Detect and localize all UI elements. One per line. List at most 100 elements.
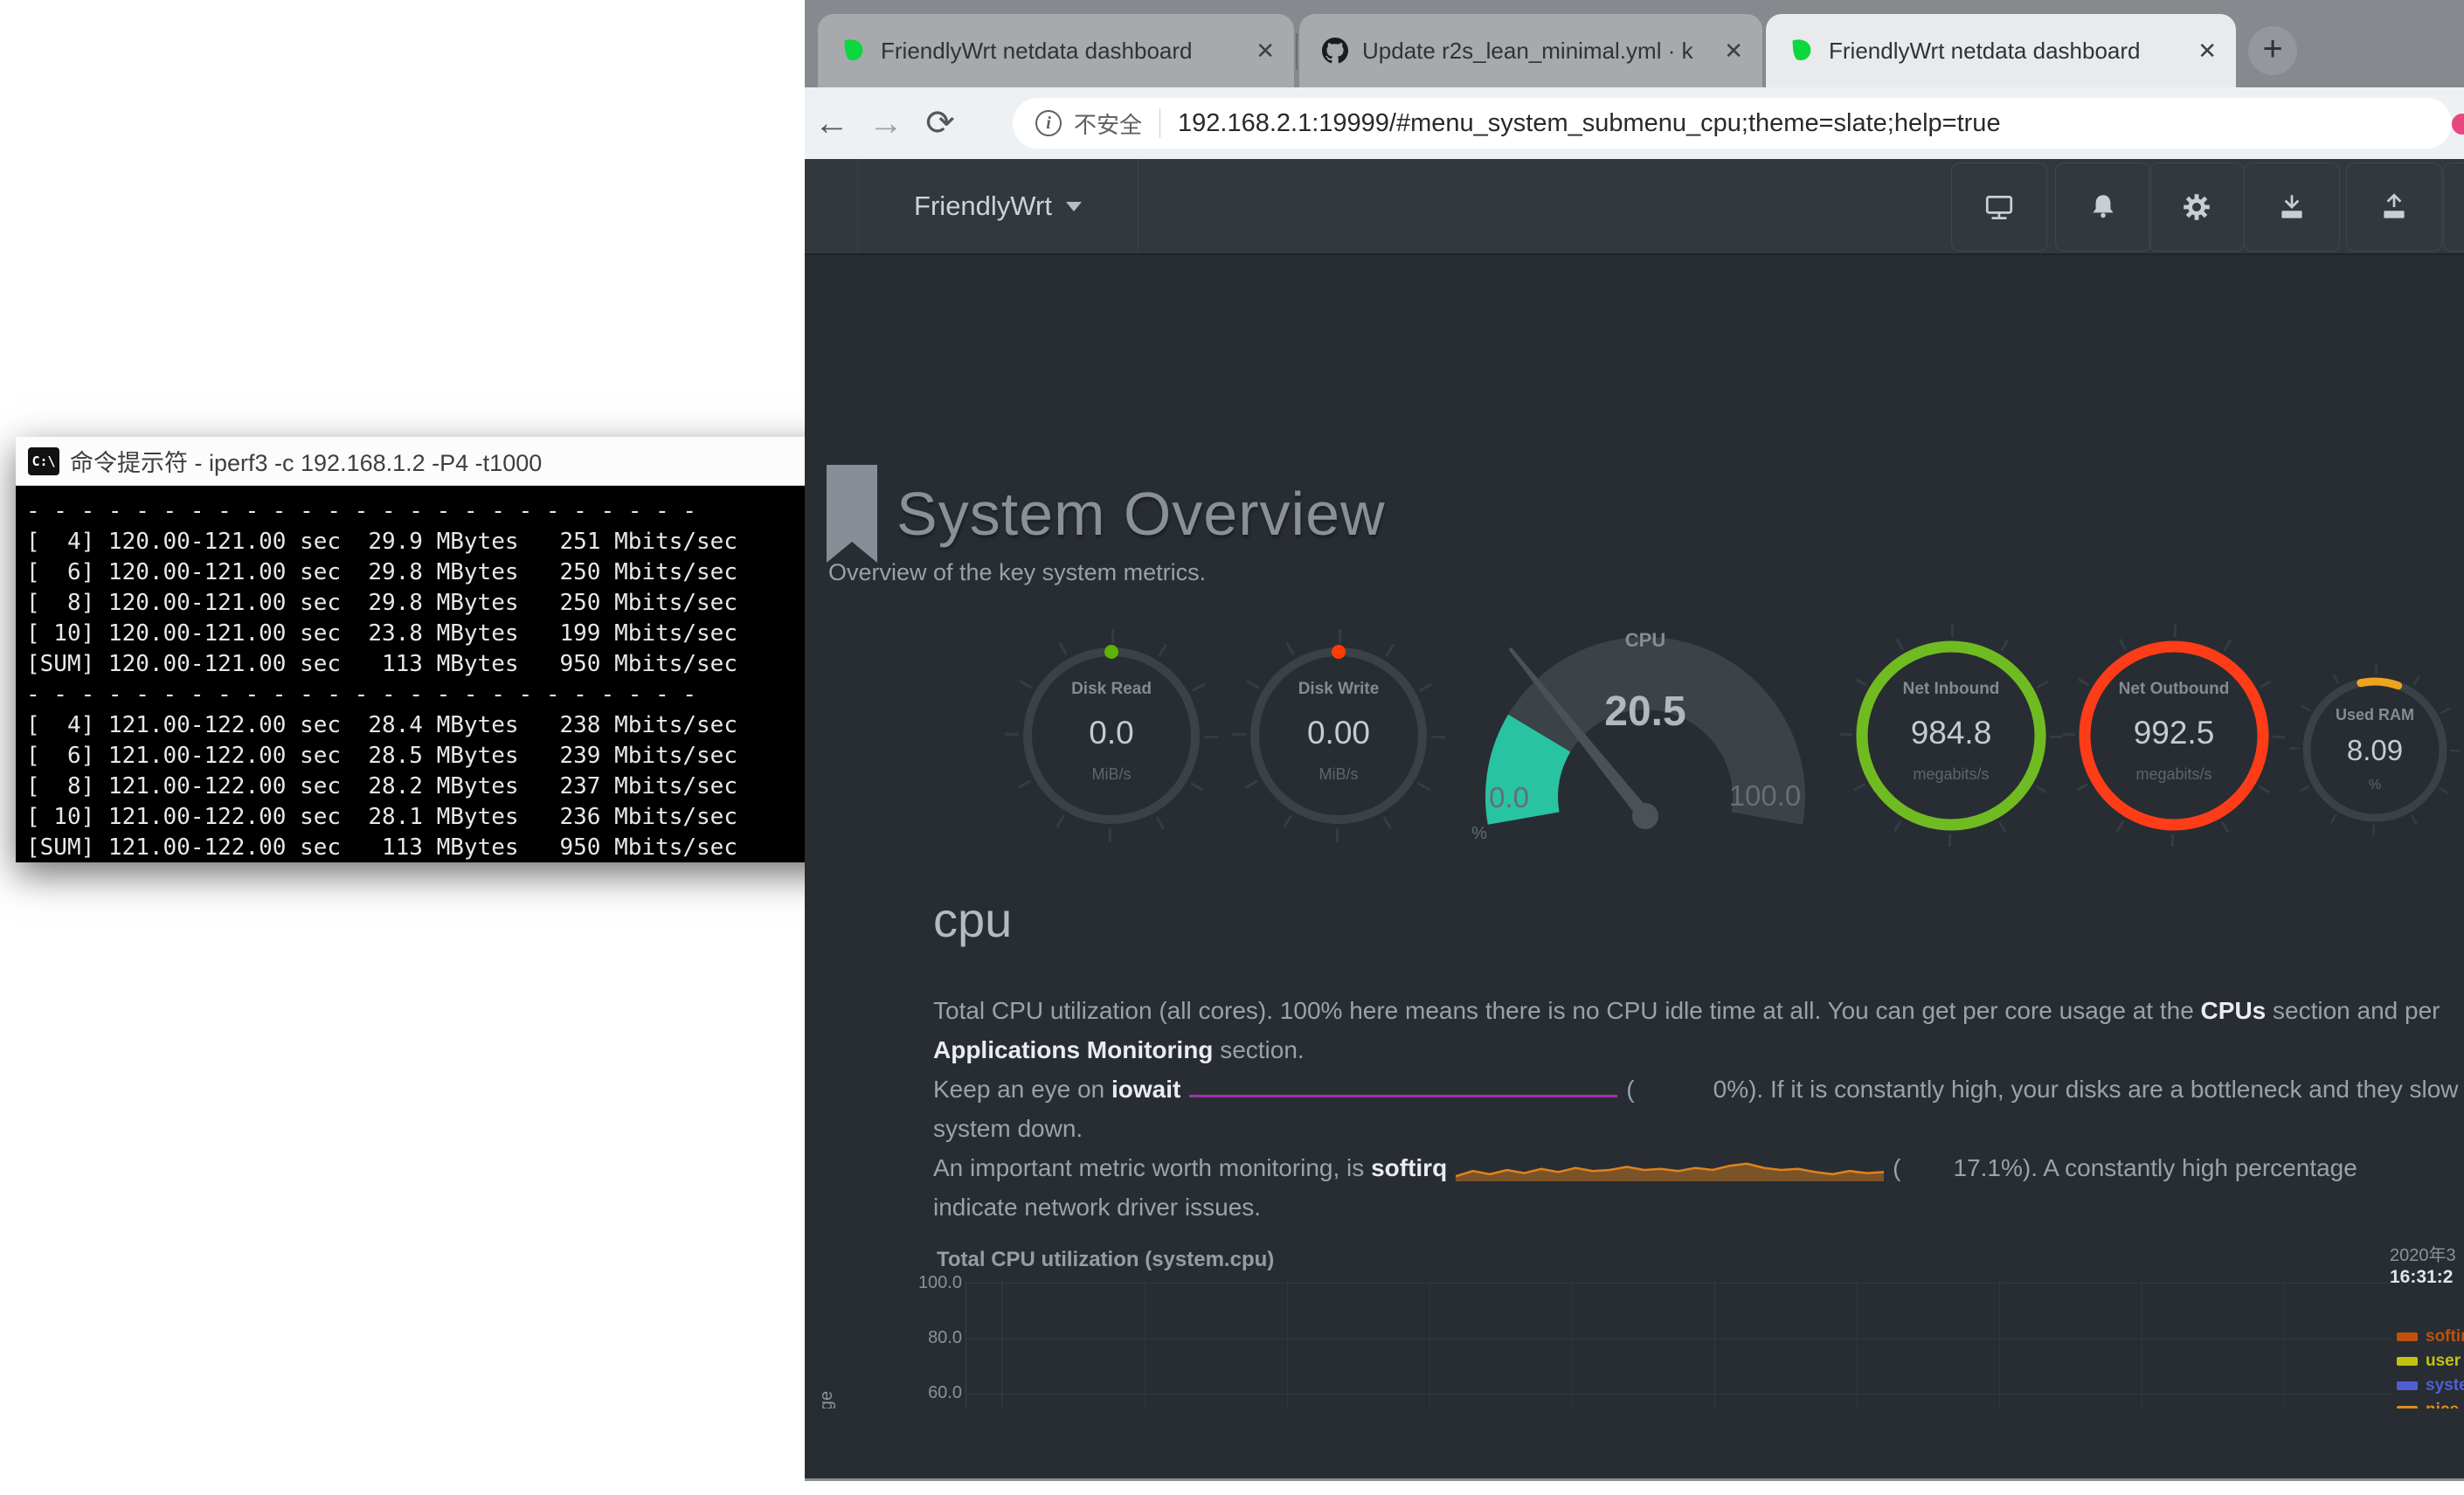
- alarms-button[interactable]: [2055, 163, 2151, 252]
- tab-separator: [1296, 33, 1298, 70]
- terminal-line: [ 8] 121.00-122.00 sec 28.2 MBytes 237 M…: [26, 772, 895, 802]
- export-snapshot-button[interactable]: [2346, 163, 2442, 252]
- page-title: System Overview: [896, 479, 1386, 549]
- gauge-max: 100.0: [1729, 779, 1802, 812]
- paragraph-line: Applications Monitoring section.: [933, 1030, 2464, 1069]
- download-icon: [2275, 190, 2308, 224]
- cpu-gauge-graphic: CPU 20.5 0.0 100.0 %: [1457, 613, 1833, 910]
- terminal-line: [ 6] 121.00-122.00 sec 28.5 MBytes 239 M…: [26, 741, 895, 772]
- gauge-label: Used RAM: [2288, 706, 2462, 724]
- gauge-label: Disk Read: [998, 680, 1225, 699]
- terminal-line: [ 4] 121.00-122.00 sec 28.4 MBytes 238 M…: [26, 710, 895, 741]
- address-bar[interactable]: i 不安全 192.168.2.1:19999/#menu_system_sub…: [1013, 98, 2452, 149]
- y-axis-title: percentage: [817, 1304, 843, 1408]
- gauge-label: Net Outbound: [2060, 680, 2288, 699]
- netdata-icon: [1789, 38, 1815, 64]
- chevron-down-icon: [1066, 202, 1082, 211]
- reload-button[interactable]: ⟳: [913, 103, 967, 143]
- gauge-value: 20.5: [1604, 689, 1685, 735]
- page-subtitle: Overview of the key system metrics.: [828, 559, 1206, 586]
- terminal-line: - - - - - - - - - - - - - - - - - - - - …: [26, 496, 895, 527]
- gauge-disk-write[interactable]: Disk Write 0.00 MiB/s: [1225, 622, 1452, 849]
- legend-label: user: [2426, 1352, 2461, 1371]
- gauge-unit: MiB/s: [1225, 765, 1452, 784]
- gauge-dot: [1332, 645, 1346, 659]
- paragraph-line: Keep an eye on iowait(0%). If it is cons…: [933, 1069, 2464, 1109]
- gauge-net-outbound[interactable]: Net Outbound 992.5 megabits/s: [2060, 622, 2288, 849]
- terminal-output[interactable]: - - - - - - - - - - - - - - - - - - - - …: [16, 486, 898, 862]
- terminal-line: [SUM] 120.00-121.00 sec 113 MBytes 950 M…: [26, 649, 895, 680]
- forward-button[interactable]: →: [859, 104, 913, 143]
- gauge-label: Net Inbound: [1838, 680, 2065, 699]
- tab-netdata-1[interactable]: FriendlyWrt netdata dashboard ✕: [818, 14, 1294, 87]
- cpu-section-heading: cpu: [933, 891, 1012, 948]
- gauge-unit: megabits/s: [2060, 765, 2288, 784]
- legend-label: system: [2426, 1376, 2464, 1395]
- legend-item[interactable]: softirq: [2397, 1325, 2464, 1349]
- settings-button[interactable]: [2149, 163, 2245, 252]
- host-selector[interactable]: FriendlyWrt: [857, 159, 1139, 253]
- gauge-unit: MiB/s: [998, 765, 1225, 784]
- legend-item[interactable]: user: [2397, 1349, 2464, 1374]
- gauge-unit: %: [1471, 824, 1487, 843]
- softirq-sparkline[interactable]: [1456, 1156, 1884, 1182]
- terminal-title-bar[interactable]: C:\ 命令提示符 - iperf3 -c 192.168.1.2 -P4 -t…: [16, 437, 898, 486]
- chart-title: Total CPU utilization (system.cpu): [937, 1248, 1274, 1272]
- close-tab-icon[interactable]: ✕: [1724, 38, 1743, 65]
- bookmark-icon: [827, 465, 877, 563]
- gauge-value: 992.5: [2060, 715, 2288, 751]
- monitor-icon: [1983, 190, 2016, 224]
- legend-swatch: [2397, 1357, 2418, 1366]
- gauge-used-ram[interactable]: Used RAM 8.09 %: [2288, 662, 2462, 837]
- tab-title: FriendlyWrt netdata dashboard: [1829, 38, 2182, 65]
- applications-monitoring-link[interactable]: Applications Monitoring: [933, 1036, 1213, 1063]
- y-axis-tick-label: 100.0: [857, 1270, 962, 1295]
- paragraph-line: An important metric worth monitoring, is…: [933, 1148, 2464, 1187]
- legend-item[interactable]: system: [2397, 1374, 2464, 1398]
- help-button[interactable]: [2443, 163, 2464, 252]
- chart-date-label: 2020年3: [2390, 1241, 2456, 1266]
- url-text[interactable]: 192.168.2.1:19999/#menu_system_submenu_c…: [1178, 109, 2001, 138]
- gauge-label: Disk Write: [1225, 680, 1452, 699]
- cpu-utilization-chart[interactable]: [966, 1281, 2391, 1408]
- terminal-line: - - - - - - - - - - - - - - - - - - - - …: [26, 680, 895, 710]
- tab-strip: FriendlyWrt netdata dashboard ✕ Update r…: [805, 0, 2464, 87]
- bell-icon: [2087, 190, 2120, 224]
- legend-swatch: [2397, 1381, 2418, 1390]
- back-button[interactable]: ←: [805, 104, 859, 143]
- gauge-dot: [1104, 645, 1118, 659]
- terminal-title: 命令提示符 - iperf3 -c 192.168.1.2 -P4 -t1000: [70, 444, 542, 478]
- security-label[interactable]: 不安全: [1074, 107, 1142, 140]
- y-axis-ticks: 100.080.060.040.020.00.0: [857, 1270, 962, 1408]
- gauge-min: 0.0: [1489, 781, 1529, 813]
- tab-title: FriendlyWrt netdata dashboard: [881, 38, 1240, 65]
- import-snapshot-button[interactable]: [2244, 163, 2340, 252]
- cpu-description: Total CPU utilization (all cores). 100% …: [933, 991, 2464, 1227]
- terminal-line: [ 10] 121.00-122.00 sec 28.1 MBytes 236 …: [26, 802, 895, 833]
- close-tab-icon[interactable]: ✕: [2198, 38, 2217, 65]
- tab-github[interactable]: Update r2s_lean_minimal.yml · k ✕: [1299, 14, 1762, 87]
- close-tab-icon[interactable]: ✕: [1256, 38, 1275, 65]
- legend-swatch: [2397, 1406, 2418, 1408]
- chart-legend: softirq user system nice: [2397, 1325, 2464, 1408]
- github-icon: [1322, 38, 1348, 64]
- netdata-page: FriendlyWrt: [805, 159, 2464, 1408]
- print-dashboard-button[interactable]: [1951, 163, 2047, 252]
- terminal-window[interactable]: C:\ 命令提示符 - iperf3 -c 192.168.1.2 -P4 -t…: [16, 437, 898, 862]
- legend-swatch: [2397, 1332, 2418, 1341]
- cpus-link[interactable]: CPUs: [2201, 997, 2267, 1024]
- gauge-label: CPU: [1625, 629, 1665, 651]
- gauge-disk-read[interactable]: Disk Read 0.0 MiB/s: [998, 622, 1225, 849]
- terminal-line: [ 6] 120.00-121.00 sec 29.8 MBytes 250 M…: [26, 557, 895, 588]
- new-tab-button[interactable]: +: [2248, 26, 2297, 75]
- y-axis-tick-label: 60.0: [857, 1381, 962, 1405]
- browser-window: FriendlyWrt netdata dashboard ✕ Update r…: [805, 0, 2464, 1481]
- terminal-line: [ 4] 120.00-121.00 sec 29.9 MBytes 251 M…: [26, 527, 895, 557]
- cmd-prompt-icon: C:\: [28, 447, 59, 475]
- site-info-icon[interactable]: i: [1035, 110, 1062, 136]
- tab-netdata-2-active[interactable]: FriendlyWrt netdata dashboard ✕: [1766, 14, 2236, 87]
- legend-item[interactable]: nice: [2397, 1398, 2464, 1408]
- gauge-net-inbound[interactable]: Net Inbound 984.8 megabits/s: [1838, 622, 2065, 849]
- iowait-sparkline[interactable]: [1189, 1090, 1617, 1097]
- gauge-cpu[interactable]: CPU 20.5 0.0 100.0 %: [1457, 613, 1833, 910]
